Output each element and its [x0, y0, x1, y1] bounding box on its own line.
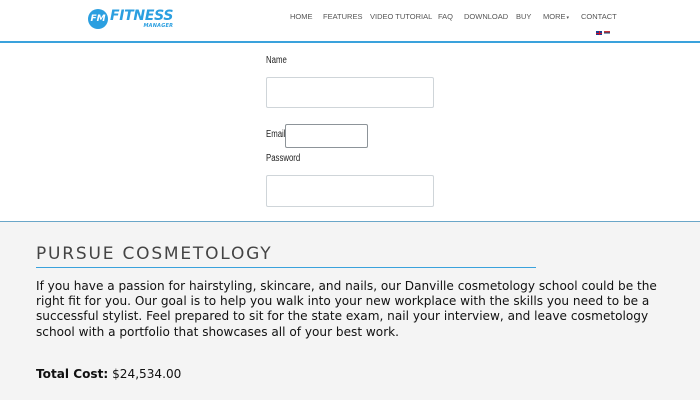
total-cost-value: $24,534.00 — [112, 367, 182, 381]
nav-features[interactable]: FEATURES — [323, 12, 362, 21]
title-underline — [36, 267, 536, 268]
serbia-flag-icon[interactable] — [604, 31, 610, 35]
email-input[interactable] — [285, 124, 368, 148]
section-title: PURSUE COSMETOLOGY — [36, 244, 273, 264]
nav-home[interactable]: HOME — [290, 12, 313, 21]
nav-more-label: MORE — [543, 12, 566, 21]
total-cost-label: Total Cost: — [36, 367, 109, 381]
signup-form: Name Email Password — [0, 45, 700, 220]
uk-flag-icon[interactable] — [596, 31, 602, 35]
name-input[interactable] — [266, 77, 434, 108]
logo-sub-text: MANAGER — [143, 23, 174, 29]
chevron-down-icon: ▾ — [566, 15, 570, 21]
total-cost: Total Cost: $24,534.00 — [36, 367, 181, 381]
logo-wordmark: FITNESS MANAGER — [110, 9, 173, 29]
password-label: Password — [266, 153, 301, 164]
nav-faq[interactable]: FAQ — [438, 12, 453, 21]
nav-buy[interactable]: BUY — [516, 12, 531, 21]
nav-more-dropdown[interactable]: MORE▾ — [543, 12, 569, 21]
language-switcher — [596, 31, 610, 35]
name-label: Name — [266, 55, 287, 66]
fitness-manager-logo[interactable]: FM FITNESS MANAGER — [88, 6, 173, 32]
nav-contact[interactable]: CONTACT — [581, 12, 617, 21]
logo-main-text: FITNESS — [110, 8, 174, 24]
nav-video-tutorial[interactable]: VIDEO TUTORIAL — [370, 12, 432, 21]
section-description: If you have a passion for hairstyling, s… — [36, 279, 657, 339]
site-header: FM FITNESS MANAGER HOME FEATURES VIDEO T… — [0, 0, 700, 43]
email-label: Email — [266, 129, 286, 140]
logo-badge-icon: FM — [88, 9, 108, 29]
cosmetology-section: PURSUE COSMETOLOGY If you have a passion… — [0, 222, 700, 400]
password-input[interactable] — [266, 175, 434, 207]
nav-download[interactable]: DOWNLOAD — [464, 12, 508, 21]
